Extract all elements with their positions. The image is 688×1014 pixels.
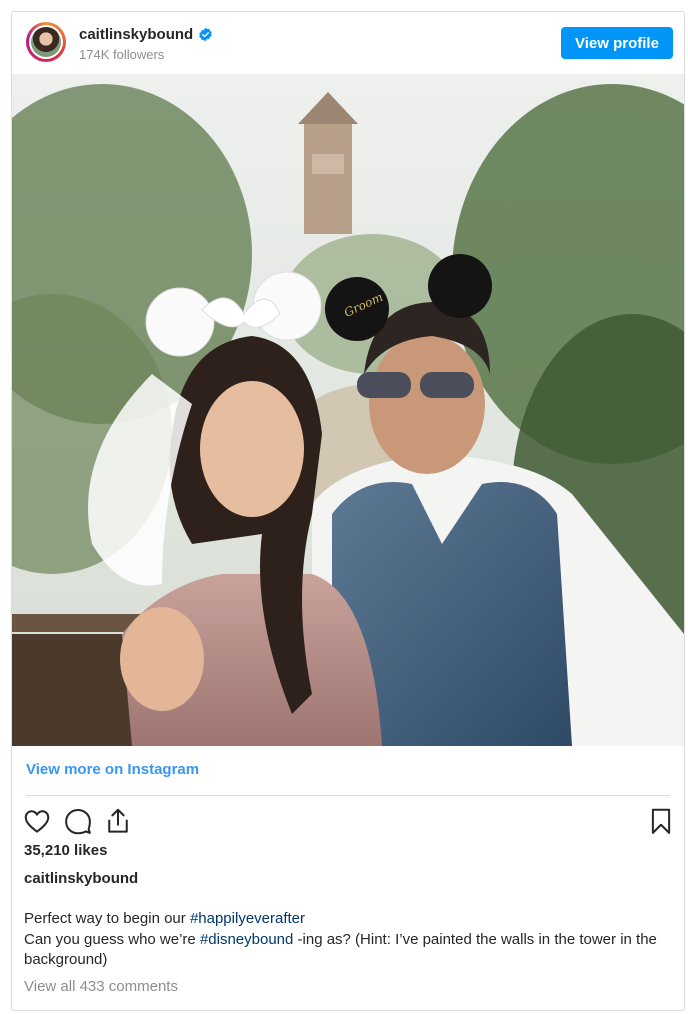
post-image[interactable]: Groom <box>12 74 684 746</box>
avatar[interactable] <box>26 22 66 62</box>
caption-text: Can you guess who we’re <box>24 930 200 948</box>
comment-icon[interactable] <box>63 806 93 836</box>
view-more-on-instagram-link[interactable]: View more on Instagram <box>26 761 199 778</box>
view-all-comments-link[interactable]: View all 433 comments <box>24 978 178 995</box>
action-bar <box>12 802 684 842</box>
caption-text: Perfect way to begin our <box>24 910 190 927</box>
follower-count: 174K followers <box>79 47 165 62</box>
view-profile-button[interactable]: View profile <box>561 27 673 59</box>
verified-badge-icon <box>199 27 212 42</box>
share-icon[interactable] <box>103 806 133 836</box>
like-count[interactable]: 35,210 likes <box>24 842 107 859</box>
hashtag-link[interactable]: #disneybound <box>200 931 293 948</box>
hashtag-link[interactable]: #happilyeverafter <box>190 910 305 927</box>
username[interactable]: caitlinskybound <box>79 26 193 43</box>
instagram-embed-card: caitlinskybound 174K followers View prof… <box>11 11 685 1011</box>
bookmark-icon[interactable] <box>646 806 676 836</box>
post-caption: Perfect way to begin our #happilyeveraft… <box>24 909 664 971</box>
divider <box>26 795 670 796</box>
heart-icon[interactable] <box>22 806 52 836</box>
caption-username[interactable]: caitlinskybound <box>24 870 138 887</box>
post-header: caitlinskybound 174K followers View prof… <box>12 12 684 74</box>
